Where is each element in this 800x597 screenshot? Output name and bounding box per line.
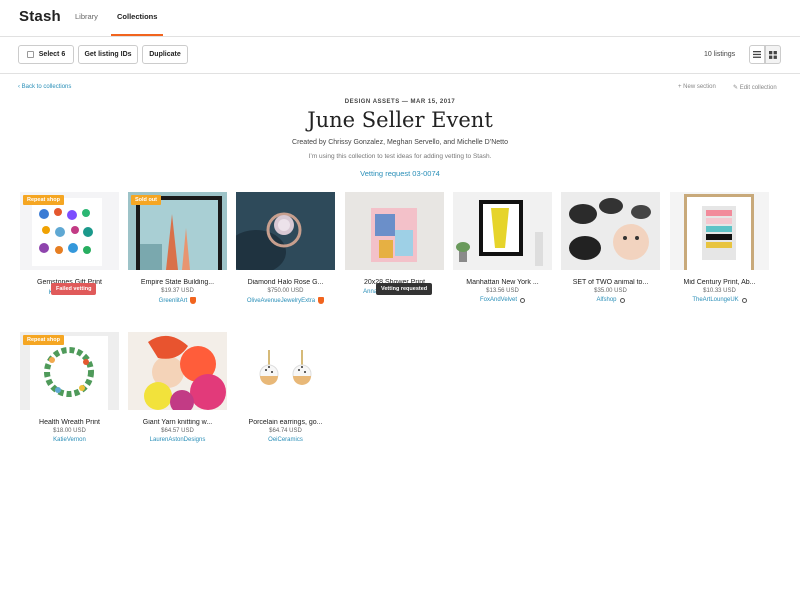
tab-collections[interactable]: Collections xyxy=(117,12,157,21)
collection-creators: Created by Chrissy Gonzalez, Meghan Serv… xyxy=(292,139,508,146)
shop-name[interactable]: Alfshop xyxy=(596,297,616,303)
edit-collection-label: Edit collection xyxy=(739,85,777,91)
listing-card[interactable]: Giant Yarn knitting w... $64.57 USD Laur… xyxy=(128,332,227,443)
edit-collection-button[interactable]: ✎ Edit collection xyxy=(733,84,777,91)
listing-price: $64.57 USD xyxy=(161,428,194,434)
grid-view-icon xyxy=(769,50,777,59)
listing-shop[interactable]: OliveAvenueJewelryExtra xyxy=(236,297,335,304)
listing-card[interactable]: Repeat shop Health Wreath Print $18.00 U… xyxy=(20,332,119,443)
collection-eyebrow: DESIGN ASSETS — MAR 15, 2017 xyxy=(344,99,456,105)
listing-name[interactable]: Mid Century Print, Ab... xyxy=(670,279,769,286)
page-title: June Seller Event xyxy=(307,108,493,132)
listing-image[interactable] xyxy=(453,192,552,270)
listing-shop[interactable]: GreenlitArt xyxy=(128,297,227,304)
shop-name[interactable]: LaurenAstonDesigns xyxy=(150,437,206,443)
listing-card[interactable]: Porcelain earrings, go... $64.74 USD Oei… xyxy=(236,332,335,443)
clock-icon xyxy=(619,297,625,303)
listing-card[interactable]: Repeat shop Gemstones Gift Print KatieVe… xyxy=(20,192,119,297)
listing-shop[interactable]: OeiCeramics xyxy=(236,437,335,443)
shop-name[interactable]: FoxAndVelvet xyxy=(480,297,517,303)
manhattan-print-art xyxy=(453,192,552,270)
get-listing-ids-button[interactable]: Get listing IDs xyxy=(78,45,138,64)
shower-print-art xyxy=(345,192,444,270)
listing-image[interactable] xyxy=(345,192,444,270)
listing-price: $64.74 USD xyxy=(269,428,302,434)
listing-card[interactable]: SET of TWO animal to... $35.00 USD Alfsh… xyxy=(561,192,660,303)
listing-shop[interactable]: TheArtLoungeUK xyxy=(670,297,769,303)
failed-vetting-tooltip: Failed vetting xyxy=(51,283,97,295)
listing-card[interactable]: Sold out Empire State Building... $19.37… xyxy=(128,192,227,304)
shield-icon xyxy=(190,297,197,304)
listing-image[interactable] xyxy=(236,332,335,410)
duplicate-button[interactable]: Duplicate xyxy=(142,45,188,64)
listing-name[interactable]: Porcelain earrings, go... xyxy=(236,419,335,426)
clock-icon xyxy=(520,297,526,303)
back-to-collections-link[interactable]: ‹ Back to collections xyxy=(18,84,71,90)
shop-name[interactable]: GreenlitArt xyxy=(159,298,188,304)
listing-name[interactable]: Giant Yarn knitting w... xyxy=(128,419,227,426)
listing-badge: Sold out xyxy=(131,195,161,205)
vetting-request-link[interactable]: Vetting request 03-0074 xyxy=(0,169,800,178)
listing-name[interactable]: Diamond Halo Rose G... xyxy=(236,279,335,286)
listing-price: $19.37 USD xyxy=(161,288,194,294)
listing-price: $10.33 USD xyxy=(703,288,736,294)
listing-image[interactable] xyxy=(236,192,335,270)
list-view-icon xyxy=(753,51,761,58)
listing-shop[interactable]: FoxAndVelvet xyxy=(453,297,552,303)
animal-toys-photo xyxy=(561,192,660,270)
listing-name[interactable]: SET of TWO animal to... xyxy=(561,279,660,286)
shop-name[interactable]: KatieVernon xyxy=(53,437,86,443)
mid-century-print-art xyxy=(670,192,769,270)
listing-price: $13.56 USD xyxy=(486,288,519,294)
list-view-button[interactable] xyxy=(749,45,765,64)
tab-library[interactable]: Library xyxy=(75,12,98,21)
app-brand[interactable]: Stash xyxy=(19,8,61,25)
listing-shop[interactable]: LaurenAstonDesigns xyxy=(128,437,227,443)
listing-price: $750.00 USD xyxy=(267,288,304,294)
back-label: Back to collections xyxy=(21,84,72,90)
giant-yarn-photo xyxy=(128,332,227,410)
listing-price: $35.00 USD xyxy=(594,288,627,294)
ring-photo xyxy=(236,192,335,270)
select-label: Select 6 xyxy=(38,51,66,58)
grid-view-button[interactable] xyxy=(765,45,781,64)
listing-image[interactable]: Repeat shop xyxy=(20,192,119,270)
toolbar: Select 6 Get listing IDs Duplicate 10 li… xyxy=(0,37,800,74)
shop-name[interactable]: OliveAvenueJewelryExtra xyxy=(247,298,315,304)
listing-shop[interactable]: Alfshop xyxy=(561,297,660,303)
listing-image[interactable] xyxy=(670,192,769,270)
listing-shop[interactable]: KatieVernon xyxy=(20,437,119,443)
listing-price: $18.00 USD xyxy=(53,428,86,434)
listing-badge: Repeat shop xyxy=(23,335,65,345)
pencil-icon: ✎ xyxy=(733,85,740,91)
shop-name[interactable]: OeiCeramics xyxy=(268,437,303,443)
listing-image[interactable] xyxy=(561,192,660,270)
new-section-button[interactable]: + New section xyxy=(678,84,716,90)
active-tab-indicator xyxy=(111,34,163,36)
collection-description: I’m using this collection to test ideas … xyxy=(308,153,492,160)
new-section-label: New section xyxy=(683,84,716,90)
vetting-requested-tooltip: Vetting requested xyxy=(376,283,433,295)
listing-name[interactable]: Manhattan New York ... xyxy=(453,279,552,286)
select-button[interactable]: Select 6 xyxy=(18,45,74,64)
listing-image[interactable] xyxy=(128,332,227,410)
listing-card[interactable]: Diamond Halo Rose G... $750.00 USD Olive… xyxy=(236,192,335,304)
clock-icon xyxy=(741,297,747,303)
shield-icon xyxy=(318,297,325,304)
porcelain-earrings-photo xyxy=(236,332,335,410)
listing-name[interactable]: Health Wreath Print xyxy=(20,419,119,426)
listing-card[interactable]: Manhattan New York ... $13.56 USD FoxAnd… xyxy=(453,192,552,303)
listing-badge: Repeat shop xyxy=(23,195,65,205)
listing-count: 10 listings xyxy=(704,51,736,58)
select-checkbox[interactable] xyxy=(26,51,34,58)
shop-name[interactable]: TheArtLoungeUK xyxy=(692,297,738,303)
listing-card[interactable]: 20x28 Shower Print AnnaSpurlingDesign xyxy=(345,192,444,295)
listing-card[interactable]: Mid Century Print, Ab... $10.33 USD TheA… xyxy=(670,192,769,303)
listing-name[interactable]: Empire State Building... xyxy=(128,279,227,286)
listing-image[interactable]: Sold out xyxy=(128,192,227,270)
top-nav: Stash Library Collections xyxy=(0,0,800,37)
listing-image[interactable]: Repeat shop xyxy=(20,332,119,410)
